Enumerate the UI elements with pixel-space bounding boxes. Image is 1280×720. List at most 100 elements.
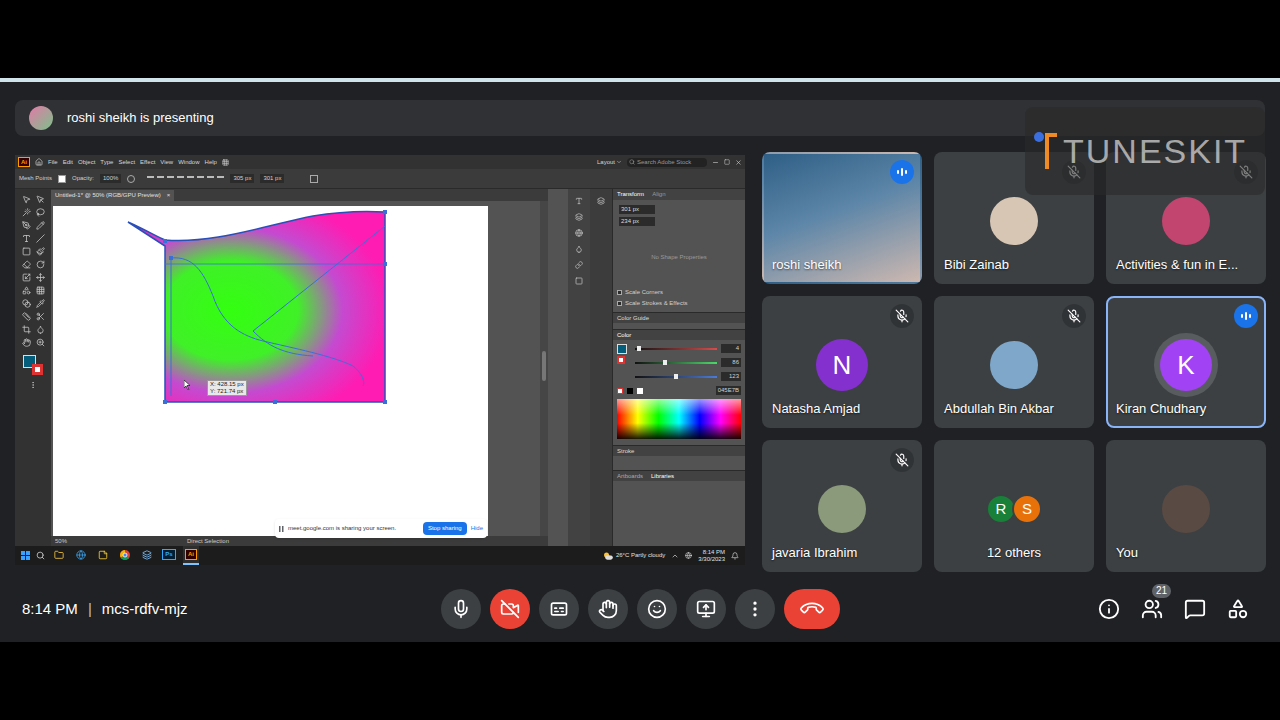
document-tab[interactable]: Untitled-1* @ 50% (RGB/GPU Preview)× — [51, 190, 174, 201]
minimize-icon[interactable] — [712, 159, 719, 166]
mesh-tool-icon[interactable] — [36, 286, 45, 295]
weather[interactable]: 26°C Partly cloudy — [603, 551, 665, 560]
tray-expand-icon[interactable] — [671, 552, 679, 560]
hide-button[interactable]: Hide — [471, 524, 483, 533]
align-icon[interactable] — [167, 176, 174, 182]
participant-tile[interactable]: NNatasha Amjad — [762, 296, 922, 428]
menu-item[interactable]: Edit — [63, 158, 73, 167]
menu-item[interactable]: Select — [118, 158, 135, 167]
present-button[interactable] — [686, 589, 726, 629]
tab-close[interactable]: × — [167, 191, 171, 200]
chat-icon[interactable] — [1184, 598, 1206, 620]
panel-tab[interactable]: Color Guide — [617, 314, 649, 323]
transform-field[interactable]: 301 px — [619, 205, 655, 214]
menu-item[interactable]: Window — [178, 158, 199, 167]
color-slider[interactable] — [635, 362, 717, 364]
people-icon[interactable] — [1141, 598, 1163, 620]
measure-icon[interactable] — [22, 312, 31, 321]
gradient-icon[interactable] — [22, 299, 31, 308]
layers-panel-icon[interactable] — [597, 197, 605, 205]
stroke-swatch[interactable] — [32, 364, 43, 375]
panel-tab[interactable]: Libraries — [651, 472, 674, 481]
search-icon[interactable] — [36, 551, 45, 560]
opacity-field[interactable]: 100% — [100, 174, 121, 183]
style-swatch[interactable] — [58, 175, 66, 183]
info-icon[interactable] — [1098, 598, 1120, 620]
checkbox[interactable] — [617, 290, 622, 295]
mic-button[interactable] — [441, 589, 481, 629]
rectangle-tool-icon[interactable] — [22, 247, 31, 256]
none-swatch[interactable] — [617, 388, 623, 394]
direct-selection-tool-icon[interactable] — [36, 195, 45, 204]
mesh-gradient-shape[interactable] — [53, 206, 488, 536]
panel-tab[interactable]: Artboards — [617, 472, 643, 481]
color-value[interactable]: 4 — [721, 344, 741, 353]
zoom-level[interactable]: 50% — [55, 537, 67, 546]
position-field[interactable]: 301 px — [260, 174, 284, 183]
participant-tile[interactable]: You — [1106, 440, 1266, 572]
free-transform-icon[interactable] — [36, 273, 45, 282]
participant-tile[interactable]: javaria Ibrahim — [762, 440, 922, 572]
menu-item[interactable]: View — [160, 158, 173, 167]
zoom-tool-icon[interactable] — [36, 338, 45, 347]
maximize-icon[interactable] — [724, 159, 730, 165]
taskbar-app[interactable] — [117, 546, 133, 565]
stock-search[interactable]: Search Adobe Stock — [627, 158, 707, 167]
home-icon[interactable] — [35, 158, 43, 166]
paintbrush-icon[interactable] — [36, 247, 45, 256]
stroke-color[interactable] — [617, 356, 625, 364]
appearance-panel-icon[interactable] — [575, 245, 583, 253]
align-icon[interactable] — [147, 176, 154, 182]
taskbar-app[interactable] — [95, 546, 111, 565]
hex-field[interactable]: 045E7B — [716, 386, 741, 395]
glyphs-panel-icon[interactable] — [575, 229, 583, 237]
type-tool-icon[interactable] — [22, 234, 31, 243]
canvas[interactable]: X: 428.15 pxY: 721.74 px — [51, 201, 540, 536]
menu-item[interactable]: File — [48, 158, 58, 167]
taskbar-app[interactable]: Ai — [183, 546, 199, 565]
color-slider[interactable] — [635, 376, 717, 378]
close-icon[interactable] — [735, 159, 742, 166]
camera-button[interactable] — [490, 589, 530, 629]
taskbar-app[interactable] — [139, 546, 155, 565]
color-spectrum[interactable] — [617, 399, 741, 439]
taskbar-app[interactable] — [51, 546, 67, 565]
artboard-tool-icon[interactable] — [22, 325, 31, 334]
arrange-icon[interactable] — [222, 159, 229, 166]
taskbar-app[interactable]: Ps — [161, 546, 177, 565]
character-panel-icon[interactable] — [575, 197, 583, 205]
pen-tool-icon[interactable] — [22, 221, 31, 230]
color-value[interactable]: 86 — [721, 358, 741, 367]
menu-item[interactable]: Effect — [140, 158, 155, 167]
scissors-icon[interactable] — [36, 312, 45, 321]
fill-stroke-swatches[interactable] — [23, 355, 43, 375]
fill-color[interactable] — [617, 344, 627, 354]
hand-tool-icon[interactable] — [22, 338, 31, 347]
workspace-switcher[interactable]: Layout — [597, 158, 622, 167]
artboard[interactable]: X: 428.15 pxY: 721.74 px — [53, 206, 488, 536]
panel-tab[interactable]: Transform — [617, 190, 644, 199]
magic-wand-icon[interactable] — [22, 208, 31, 217]
recolor-icon[interactable] — [127, 175, 135, 183]
leave-call-button[interactable] — [784, 589, 840, 629]
menu-item[interactable]: Object — [78, 158, 95, 167]
selection-tool-icon[interactable] — [22, 195, 31, 204]
network-icon[interactable] — [685, 552, 692, 559]
participant-tile[interactable]: Abdullah Bin Akbar — [934, 296, 1094, 428]
participant-tile[interactable]: roshi sheikh — [762, 152, 922, 284]
panel-tab[interactable]: Color — [617, 331, 631, 340]
paragraph-panel-icon[interactable] — [575, 213, 583, 221]
swatches-panel-icon[interactable] — [575, 277, 583, 285]
checkbox[interactable] — [617, 301, 622, 306]
color-slider[interactable] — [635, 348, 717, 350]
activities-icon[interactable] — [1227, 598, 1249, 620]
panel-tab[interactable]: Align — [652, 190, 665, 199]
rotate-icon[interactable] — [36, 260, 45, 269]
raise-hand-button[interactable] — [588, 589, 628, 629]
align-icon[interactable] — [197, 176, 204, 182]
align-icon[interactable] — [157, 176, 164, 182]
stop-sharing-button[interactable]: Stop sharing — [423, 522, 467, 535]
links-panel-icon[interactable] — [575, 261, 583, 269]
participant-tile[interactable]: RS12 others — [934, 440, 1094, 572]
menu-item[interactable]: Help — [205, 158, 217, 167]
